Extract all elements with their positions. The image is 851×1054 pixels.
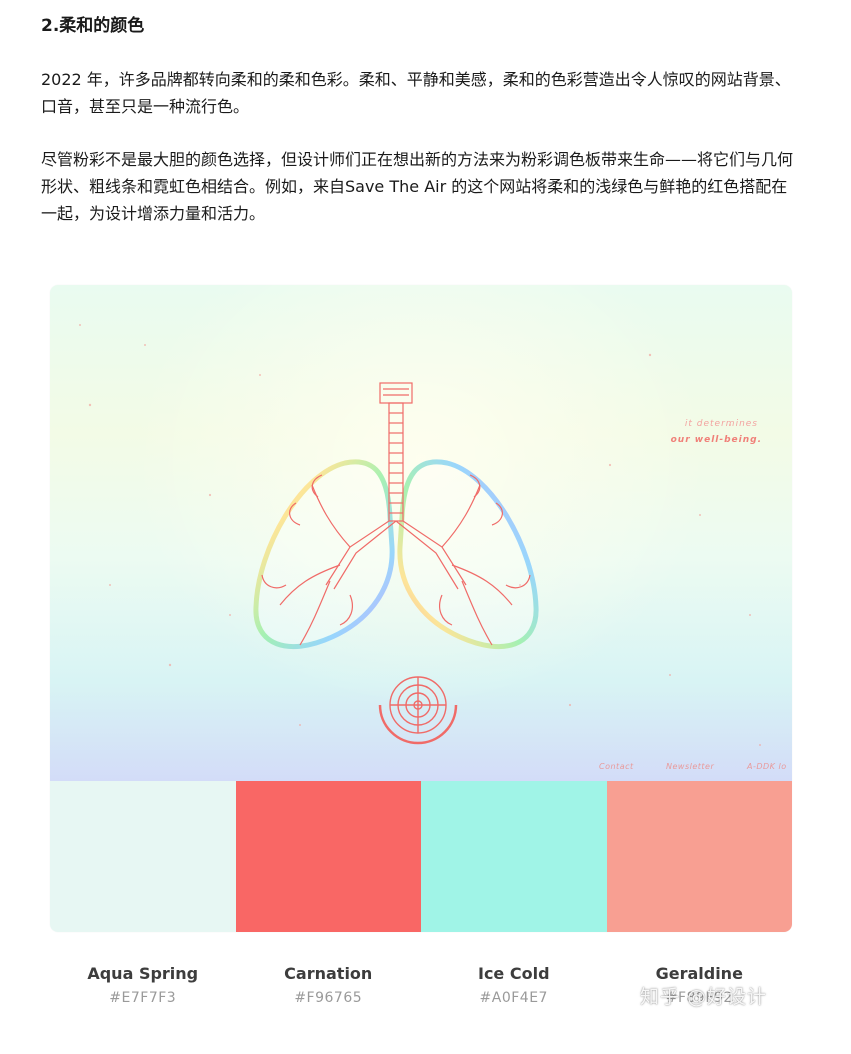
zhihu-watermark: 知乎 @好设计	[640, 986, 768, 1008]
website-screenshot: it determines our well-being. Contact Ne…	[50, 285, 792, 781]
hero-nav-contact[interactable]: Contact	[599, 762, 634, 771]
color-name: Aqua Spring	[87, 964, 199, 983]
color-name: Ice Cold	[477, 964, 550, 983]
palette-label: Ice Cold #A0F4E7	[421, 963, 607, 1011]
swatch-geraldine	[606, 781, 792, 932]
color-name: Carnation	[284, 964, 373, 983]
section-heading: 2.柔和的颜色	[41, 16, 145, 36]
swatch-aqua-spring	[50, 781, 236, 932]
color-hex: #A0F4E7	[479, 990, 548, 1006]
color-swatch-row	[50, 781, 792, 932]
example-paragraph: 尽管粉彩不是最大胆的颜色选择，但设计师们正在想出新的方法来为粉彩调色板带来生命—…	[41, 150, 794, 223]
hero-tagline-2: our well-being.	[670, 435, 762, 445]
swatch-carnation	[235, 781, 421, 932]
intro-paragraph: 2022 年，许多品牌都转向柔和的柔和色彩。柔和、平静和美感，柔和的色彩营造出令…	[41, 70, 791, 116]
hero-nav-newsletter[interactable]: Newsletter	[666, 762, 714, 771]
palette-card: it determines our well-being. Contact Ne…	[50, 285, 792, 932]
palette-label: Aqua Spring #E7F7F3	[50, 963, 236, 1011]
palette-label: Carnation #F96765	[236, 963, 422, 1011]
lungs-illustration	[79, 324, 761, 746]
hero-nav-lookbook[interactable]: A-DDK lo	[747, 762, 787, 771]
color-hex: #E7F7F3	[109, 990, 177, 1006]
hero-tagline-1: it determines	[684, 419, 758, 429]
swatch-ice-cold	[421, 781, 607, 932]
color-hex: #F96765	[294, 990, 363, 1006]
